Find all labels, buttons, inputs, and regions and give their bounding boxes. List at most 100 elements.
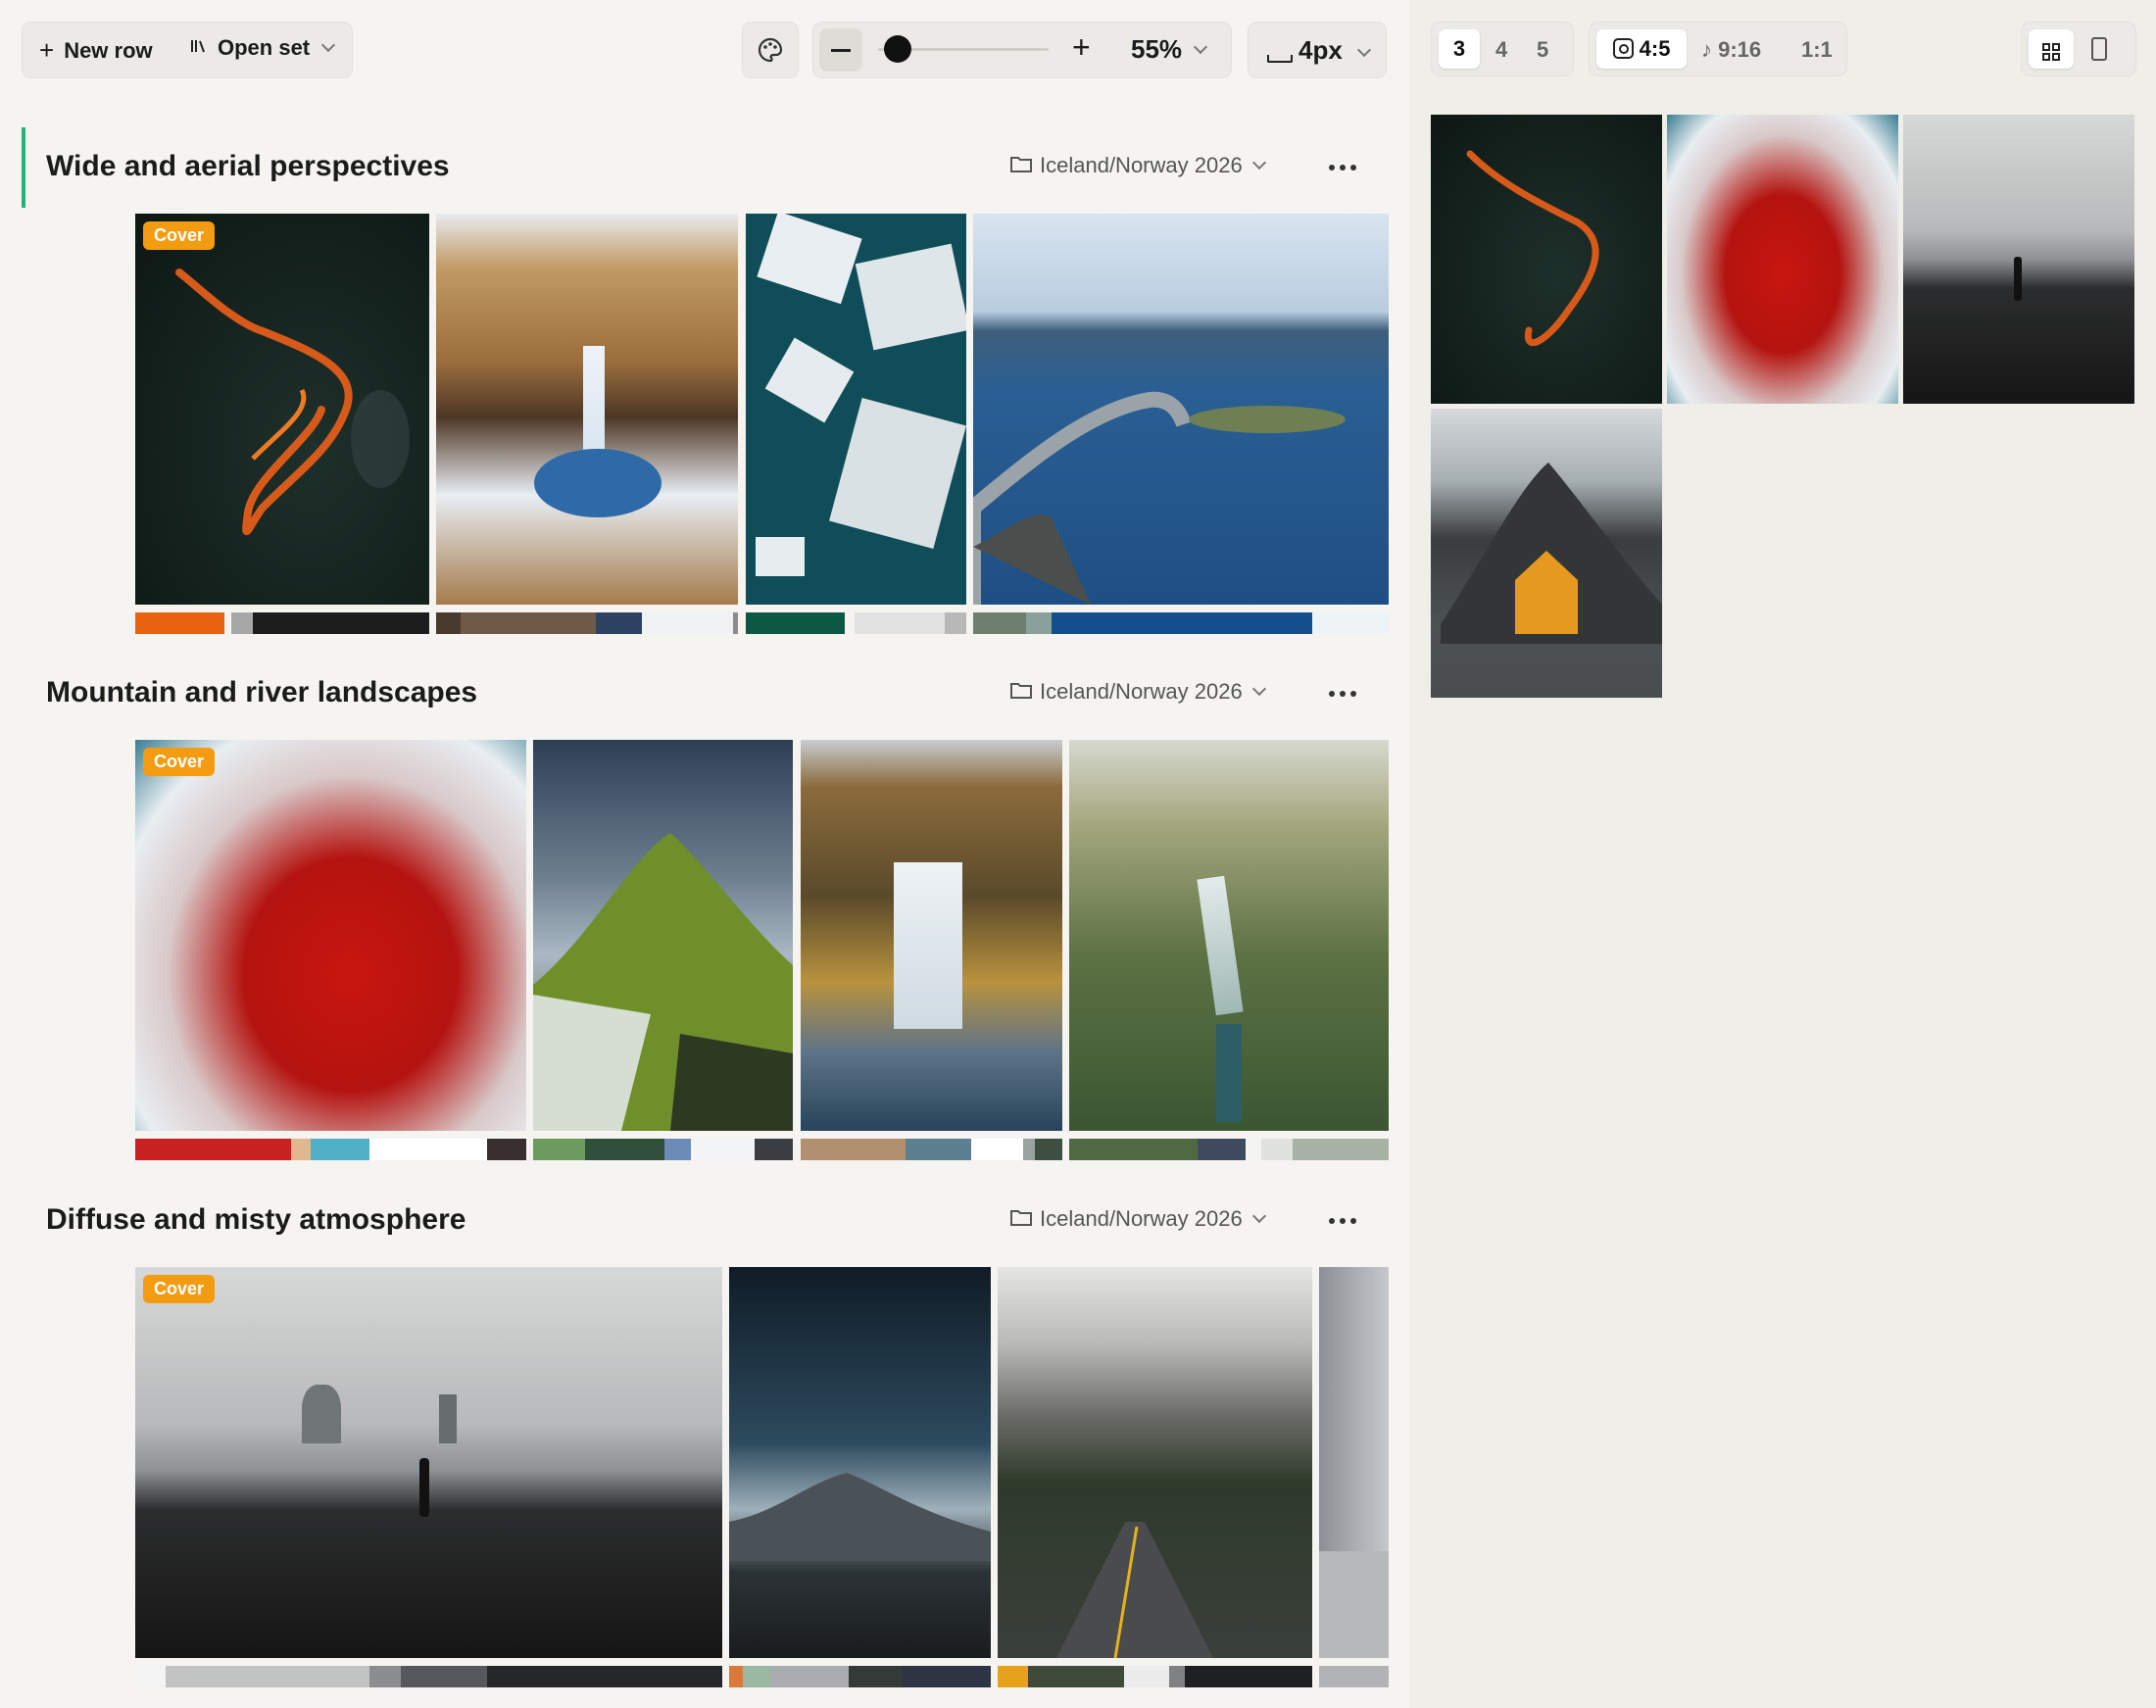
new-row-button[interactable]: + New row [39,35,153,66]
palette-swatch [1028,1666,1124,1687]
palette-swatch [746,612,845,634]
palette-swatch [664,1139,691,1160]
palette-swatch [436,612,461,634]
photo-misty-peaks[interactable] [729,1267,991,1658]
palette-swatch [1319,1666,1389,1687]
palette-swatch [903,1666,991,1687]
palette-swatch [1198,1139,1246,1160]
palette-swatch [231,612,253,634]
palette-swatch [1035,1139,1062,1160]
photo-sea-ice[interactable] [746,214,966,605]
palette-swatch [1312,612,1389,634]
grid-view-button[interactable] [2029,29,2074,69]
column-count-5[interactable]: 5 [1537,37,1548,63]
photo-mountain-road[interactable] [998,1267,1312,1658]
zoom-slider[interactable] [878,35,1049,63]
minus-icon [831,49,851,52]
palette-swatch [855,612,945,634]
palette-swatch [733,612,738,634]
row-more-menu[interactable] [1329,691,1356,697]
chevron-down-icon [1251,155,1266,171]
ratio-1-1[interactable]: 1:1 [1801,37,1833,63]
column-count-3[interactable]: 3 [1439,29,1480,69]
photo-waterfall-canyon[interactable] [436,214,738,605]
row-title[interactable]: Wide and aerial perspectives [46,150,450,183]
palette-swatch [487,1139,526,1160]
row-folder-select[interactable]: Iceland/Norway 2026 [1010,153,1266,178]
zoom-slider-thumb[interactable] [884,35,911,63]
ratio-4-5[interactable]: 4:5 [1596,29,1687,69]
palette-swatch [291,1139,311,1160]
zoom-percent-select[interactable]: 55% [1131,34,1208,65]
photo-skogafoss[interactable] [801,740,1062,1131]
zoom-in-button[interactable]: + [1072,29,1091,66]
palette-swatch [971,1139,1023,1160]
palette-swatch [135,612,224,634]
zoom-out-button[interactable] [819,28,862,72]
photo-coastal-bridge[interactable] [973,214,1389,605]
palette-swatch [1023,1139,1035,1160]
row-active-indicator [22,127,25,208]
cover-badge: Cover [143,748,216,776]
palette-swatch [1185,1666,1312,1687]
preview-yellow-house[interactable] [1431,409,1662,698]
palette-swatch [906,1139,971,1160]
photo-green-valley-falls[interactable] [1069,740,1389,1131]
palette-swatch [755,1139,793,1160]
palette-swatch [135,1139,291,1160]
palette-swatch [849,1666,903,1687]
gap-icon [1267,55,1293,63]
chevron-down-icon [1356,42,1372,58]
row-title[interactable]: Diffuse and misty atmosphere [46,1203,466,1237]
palette-swatch [311,1139,369,1160]
row-folder-select[interactable]: Iceland/Norway 2026 [1010,1206,1266,1232]
ratio-9-16[interactable]: ♪ 9:16 [1701,37,1761,63]
palette-swatch [1246,1139,1261,1160]
column-count-4[interactable]: 4 [1495,37,1507,63]
row-more-menu[interactable] [1329,165,1356,171]
preview-lava-flow[interactable] [1431,115,1662,404]
photo-red-river-delta[interactable]: Cover [135,740,526,1131]
palette-swatch [801,1139,906,1160]
palette-swatch [596,612,642,634]
preview-red-river-delta[interactable] [1667,115,1898,404]
palette-icon [757,36,784,69]
palette-swatch [743,1666,770,1687]
folder-icon [1010,1206,1032,1232]
palette-swatch [945,612,966,634]
palette-swatch [533,1139,585,1160]
phone-view-button[interactable] [2091,37,2107,67]
palette-swatch [998,1666,1028,1687]
palette-swatch [253,612,429,634]
palette-swatch [770,1666,849,1687]
photo-lava-flow[interactable]: Cover [135,214,429,605]
palette-button[interactable] [742,22,799,78]
cover-badge: Cover [143,221,216,250]
palette-swatch [1026,612,1052,634]
chevron-down-icon [1251,1208,1266,1224]
gap-select[interactable]: 4px [1248,22,1387,78]
open-set-button[interactable]: Open set [190,35,336,61]
photo-black-sand-beach[interactable]: Cover [135,1267,722,1658]
tiktok-icon: ♪ [1701,37,1712,62]
chevron-down-icon [1251,681,1266,697]
photo-grey-horizon[interactable] [1319,1267,1389,1658]
palette-swatch [166,1666,369,1687]
folder-icon [1010,153,1032,178]
grid-icon [2042,41,2060,67]
row-folder-select[interactable]: Iceland/Norway 2026 [1010,679,1266,705]
palette-swatch [1124,1666,1169,1687]
cover-badge: Cover [143,1275,216,1303]
palette-swatch [973,612,1026,634]
preview-black-sand-beach[interactable] [1903,115,2134,404]
plus-icon: + [39,35,55,65]
palette-swatch [691,1139,755,1160]
palette-swatch [1261,1139,1293,1160]
palette-swatch [461,612,596,634]
folder-icon [1010,679,1032,705]
row-title[interactable]: Mountain and river landscapes [46,676,477,709]
palette-swatch [1169,1666,1185,1687]
row-more-menu[interactable] [1329,1218,1356,1224]
photo-kirkjufell[interactable] [533,740,793,1131]
chevron-down-icon [1193,39,1208,54]
